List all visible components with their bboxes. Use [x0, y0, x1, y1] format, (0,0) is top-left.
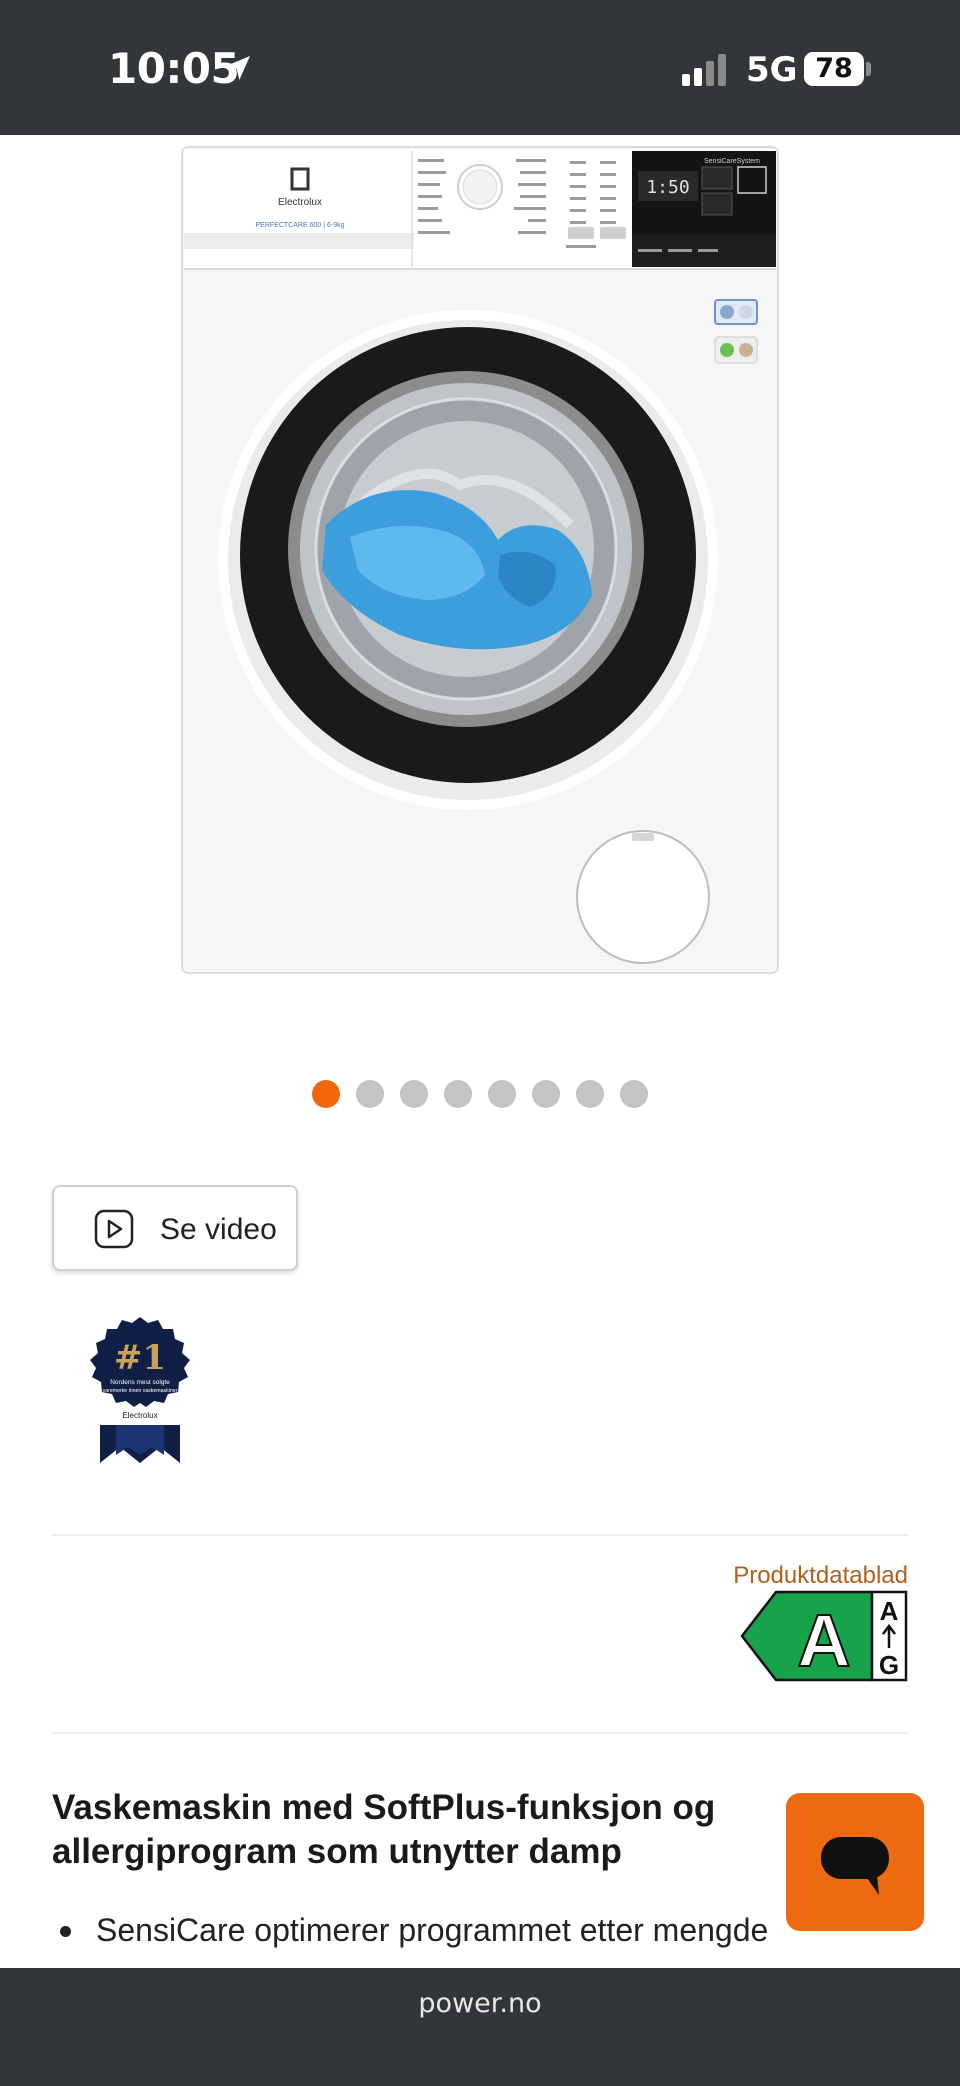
battery-icon: 78 [804, 52, 864, 86]
carousel-dot-8[interactable] [620, 1080, 648, 1108]
chat-bubble-icon [821, 1837, 889, 1895]
carousel-dot-6[interactable] [532, 1080, 560, 1108]
section-divider [52, 1534, 908, 1536]
bullet-icon [60, 1926, 71, 1937]
url-text[interactable]: power.no [0, 1988, 960, 2019]
brand-name: Electrolux [278, 197, 322, 208]
location-arrow-icon [226, 56, 250, 80]
status-bar: 10:05 5G 78 [0, 0, 960, 135]
chat-button[interactable] [786, 1793, 924, 1931]
machine-display: 1:50 [646, 177, 689, 198]
watch-video-button[interactable]: Se video [52, 1185, 298, 1271]
carousel-dot-5[interactable] [488, 1080, 516, 1108]
battery-tip [866, 62, 871, 76]
feature-item: SensiCare optimerer programmet etter men… [52, 1910, 892, 1950]
browser-address-bar[interactable]: power.no [0, 1968, 960, 2086]
badge-rank: #1 [114, 1338, 166, 1378]
feature-list: SensiCare optimerer programmet etter men… [52, 1910, 892, 1950]
carousel-dots [312, 1080, 648, 1108]
badge-text-line1: Nordens mest solgte [110, 1379, 170, 1386]
status-time: 10:05 [108, 44, 240, 93]
carousel-dot-4[interactable] [444, 1080, 472, 1108]
watch-video-label: Se video [160, 1213, 277, 1246]
badge-text-line2: varemerke innen vaskemaskiner [103, 1388, 178, 1394]
badge-brand: Electrolux [122, 1411, 157, 1420]
energy-scale-bottom: G [879, 1650, 899, 1680]
cellular-signal-icon [682, 54, 726, 86]
series-name: PERFECTCARE 600 | 6-9kg [256, 222, 345, 229]
carousel-dot-3[interactable] [400, 1080, 428, 1108]
carousel-dot-2[interactable] [356, 1080, 384, 1108]
energy-class-value: A [797, 1599, 850, 1682]
section-divider [52, 1732, 908, 1734]
energy-scale-top: A [880, 1596, 899, 1626]
play-icon [94, 1209, 134, 1249]
product-datasheet-link[interactable]: Produktdatablad [733, 1562, 908, 1590]
carousel-dot-1[interactable] [312, 1080, 340, 1108]
product-title: Vaskemaskin med SoftPlus-funksjon og all… [52, 1788, 716, 1871]
network-type: 5G [746, 50, 798, 90]
carousel-dot-7[interactable] [576, 1080, 604, 1108]
feature-text: SensiCare optimerer programmet etter men… [96, 1912, 769, 1948]
energy-class-label[interactable]: A A G [740, 1590, 908, 1682]
nordic-bestseller-badge: Electrolux #1 Nordens mest solgte vareme… [88, 1317, 192, 1463]
panel-header: SensiCareSystem [704, 158, 760, 165]
product-image-washing-machine[interactable]: Electrolux PERFECTCARE 600 | 6-9kg Sensi… [180, 145, 780, 975]
